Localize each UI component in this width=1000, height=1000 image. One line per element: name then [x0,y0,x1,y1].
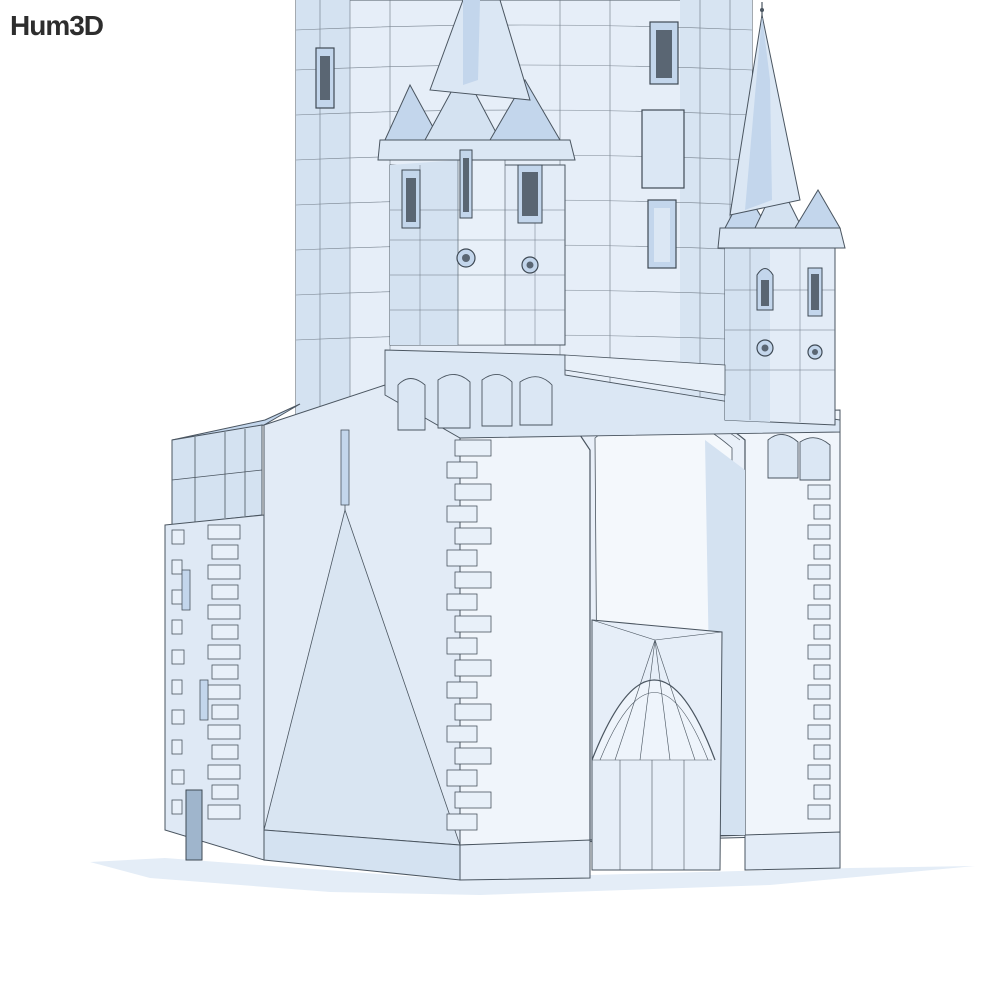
gate-block [263,384,841,881]
tower-window [641,109,685,189]
gate-tower-render [90,0,975,895]
render-stage: Hum3D [0,0,1000,1000]
side-door [185,789,203,861]
brand-watermark: Hum3D [10,10,104,41]
